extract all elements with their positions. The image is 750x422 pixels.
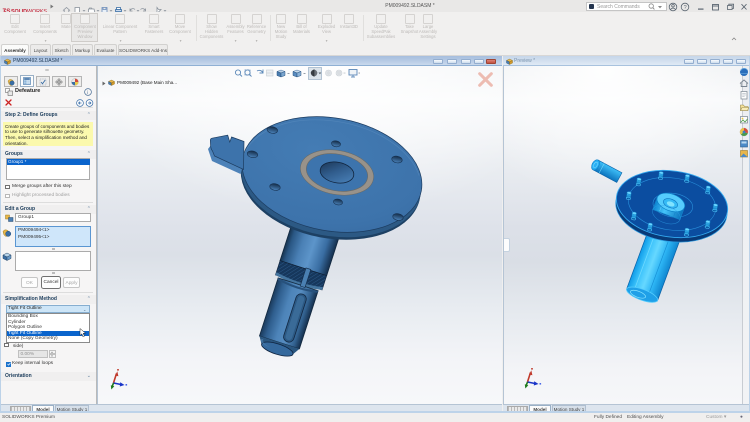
svg-text:?: ? xyxy=(684,5,687,11)
